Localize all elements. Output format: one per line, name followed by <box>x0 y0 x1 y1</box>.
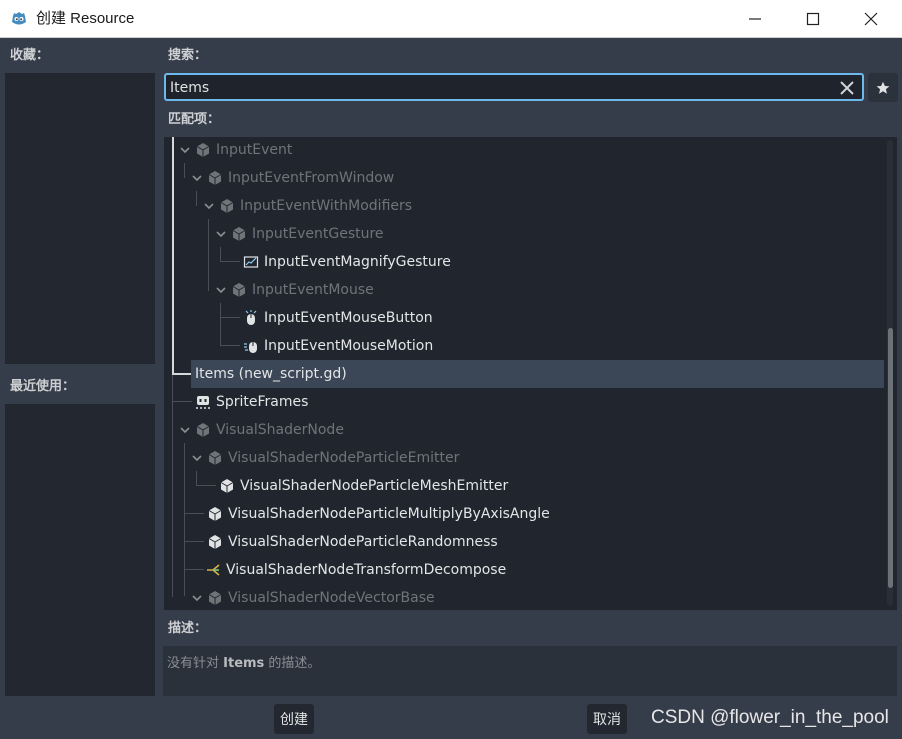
recent-list[interactable] <box>5 404 155 696</box>
tree-item-visualshadernodeparticlemeshemitter[interactable]: VisualShaderNodeParticleMeshEmitter <box>164 472 897 500</box>
close-icon <box>864 12 878 26</box>
tree-item-inputeventwithmodifiers[interactable]: InputEventWithModifiers <box>164 192 897 220</box>
tree-item-spriteframes[interactable]: SpriteFrames <box>164 388 897 416</box>
window-title: 创建 Resource <box>36 10 135 27</box>
tree-item-label: InputEventFromWindow <box>228 170 395 186</box>
tree-item-inputeventmousebutton[interactable]: InputEventMouseButton <box>164 304 897 332</box>
description-subject: Items <box>223 656 265 671</box>
tree-item-label: Items (new_script.gd) <box>195 366 347 382</box>
tree-item-inputeventgesture[interactable]: InputEventGesture <box>164 220 897 248</box>
tree-item-inputevent[interactable]: InputEvent <box>164 137 897 164</box>
maximize-button[interactable] <box>784 0 842 38</box>
cube-icon <box>208 535 222 549</box>
description-panel: 没有针对 Items 的描述。 <box>163 646 897 696</box>
tree-item-inputeventfromwindow[interactable]: InputEventFromWindow <box>164 164 897 192</box>
chevron-down-icon[interactable] <box>191 452 203 464</box>
cube-icon <box>196 143 210 157</box>
description-suffix: 的描述。 <box>264 656 321 671</box>
description-label: 描述： <box>168 621 208 636</box>
cube-icon <box>208 507 222 521</box>
tree-item-label: VisualShaderNodeParticleMultiplyByAxisAn… <box>228 506 550 522</box>
chevron-down-icon[interactable] <box>203 200 215 212</box>
title-bar: 创建 Resource <box>0 0 902 38</box>
tree-item-label: InputEventMouse <box>252 282 374 298</box>
chevron-down-icon[interactable] <box>215 284 227 296</box>
tree-item-visualshadernodeparticlemultiplybyaxisangle[interactable]: VisualShaderNodeParticleMultiplyByAxisAn… <box>164 500 897 528</box>
close-button[interactable] <box>842 0 900 38</box>
sprite-frames-icon <box>196 396 210 409</box>
tree-item-visualshadernode[interactable]: VisualShaderNode <box>164 416 897 444</box>
chevron-down-icon[interactable] <box>215 228 227 240</box>
chevron-down-icon[interactable] <box>179 144 191 156</box>
tree-item-label: InputEventWithModifiers <box>240 198 413 214</box>
godot-logo-icon <box>12 12 26 25</box>
cube-icon <box>232 227 246 241</box>
mouse-motion-icon <box>244 342 257 353</box>
favorites-label: 收藏： <box>10 48 50 63</box>
favorite-button[interactable] <box>868 73 898 102</box>
clear-search-icon[interactable] <box>838 79 856 97</box>
favorites-list[interactable] <box>5 73 155 364</box>
tree-item-label: VisualShaderNodeTransformDecompose <box>226 562 507 578</box>
tree-item-items-selected[interactable]: Items (new_script.gd) <box>164 360 897 388</box>
minimize-button[interactable] <box>726 0 784 38</box>
star-icon <box>876 81 890 94</box>
tree-item-inputeventmouse[interactable]: InputEventMouse <box>164 276 897 304</box>
search-label: 搜索： <box>168 48 208 63</box>
cube-icon <box>220 199 234 213</box>
tree-item-label: VisualShaderNodeParticleRandomness <box>228 534 498 550</box>
recent-label: 最近使用： <box>10 379 76 394</box>
cube-icon <box>208 591 222 605</box>
cube-icon <box>232 283 246 297</box>
magnify-gesture-icon <box>243 256 259 268</box>
matches-tree[interactable]: InputEvent InputEventFromWindow InputEve… <box>164 137 897 610</box>
tree-item-label: SpriteFrames <box>216 394 309 410</box>
tree-item-label: InputEventGesture <box>252 226 384 242</box>
tree-item-label: InputEventMouseButton <box>264 310 433 326</box>
tree-item-label: InputEvent <box>216 142 293 158</box>
cube-icon <box>208 171 222 185</box>
tree-scrollbar-thumb[interactable] <box>888 328 893 588</box>
chevron-down-icon[interactable] <box>191 172 203 184</box>
decompose-icon <box>207 564 220 576</box>
create-button[interactable]: 创建 <box>274 704 314 734</box>
tree-item-inputeventmagnifygesture[interactable]: InputEventMagnifyGesture <box>164 248 897 276</box>
tree-item-label: InputEventMouseMotion <box>264 338 434 354</box>
chevron-down-icon[interactable] <box>191 592 203 604</box>
cube-icon <box>220 479 234 493</box>
tree-item-label: InputEventMagnifyGesture <box>264 254 451 270</box>
watermark-text: CSDN @flower_in_the_pool <box>651 707 889 728</box>
tree-item-inputeventmousemotion[interactable]: InputEventMouseMotion <box>164 332 897 360</box>
mouse-button-icon <box>245 310 257 325</box>
maximize-icon <box>806 12 820 26</box>
search-input[interactable] <box>170 78 830 98</box>
cancel-button[interactable]: 取消 <box>587 704 627 734</box>
cube-icon <box>208 451 222 465</box>
tree-item-visualshadernodevectorbase[interactable]: VisualShaderNodeVectorBase <box>164 584 897 610</box>
tree-item-label: VisualShaderNodeVectorBase <box>228 590 435 606</box>
description-text: 没有针对 Items 的描述。 <box>167 652 320 671</box>
tree-item-visualshadernodetransformdecompose[interactable]: VisualShaderNodeTransformDecompose <box>164 556 897 584</box>
minimize-icon <box>749 18 761 20</box>
tree-item-label: VisualShaderNode <box>216 422 344 438</box>
matches-label: 匹配项： <box>168 112 221 127</box>
tree-item-label: VisualShaderNodeParticleEmitter <box>228 450 460 466</box>
search-field[interactable] <box>164 73 864 101</box>
tree-item-label: VisualShaderNodeParticleMeshEmitter <box>240 478 509 494</box>
tree-item-visualshadernodeparticlerandomness[interactable]: VisualShaderNodeParticleRandomness <box>164 528 897 556</box>
chevron-down-icon[interactable] <box>179 424 191 436</box>
tree-item-visualshadernodeparticleemitter[interactable]: VisualShaderNodeParticleEmitter <box>164 444 897 472</box>
cube-icon <box>196 423 210 437</box>
description-prefix: 没有针对 <box>167 656 224 671</box>
